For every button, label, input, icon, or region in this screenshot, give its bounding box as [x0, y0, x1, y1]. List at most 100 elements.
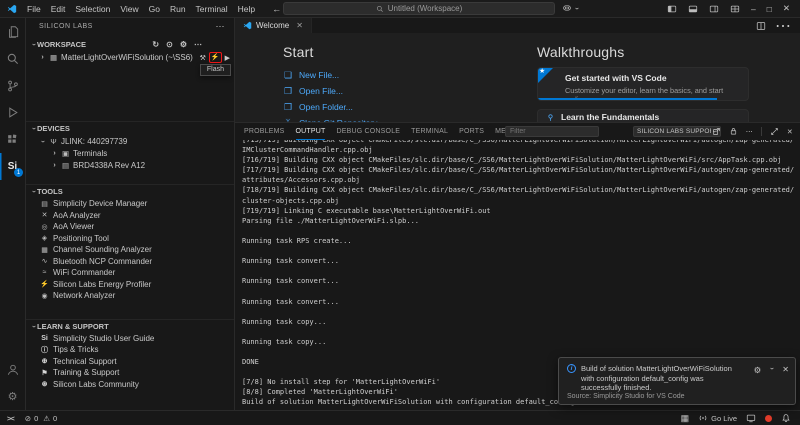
copilot-menu[interactable]: › — [562, 3, 580, 13]
output-channel-select[interactable]: SILICON LABS SUPPORT › — [633, 126, 721, 137]
activity-silicon-labs-button[interactable]: Si 1 — [0, 153, 25, 180]
learn-section-header[interactable]: LEARN & SUPPORT — [37, 322, 109, 331]
recording-indicator[interactable] — [765, 415, 772, 422]
gear-icon[interactable]: ⚙ — [180, 40, 187, 49]
panel-tab[interactable]: PORTS — [459, 123, 484, 140]
flash-icon[interactable]: ⚡ — [211, 54, 220, 61]
sidebar-title: SILICON LABS — [39, 23, 93, 30]
maximize-button[interactable]: □ — [767, 4, 772, 14]
menu-item[interactable]: Edit — [46, 4, 71, 14]
screencast-icon[interactable] — [746, 413, 756, 423]
toggle-sidebar-icon[interactable] — [667, 4, 677, 14]
activity-accounts-button[interactable] — [0, 356, 25, 383]
refresh-icon[interactable]: ↻ — [152, 40, 159, 49]
start-link[interactable]: ❏ New File... — [283, 67, 384, 83]
chevron-right-icon[interactable]: › — [51, 150, 58, 157]
menu-item[interactable]: Help — [233, 4, 260, 14]
toggle-secondary-sidebar-icon[interactable] — [709, 4, 719, 14]
chevron-down-icon[interactable]: › — [30, 188, 37, 195]
activity-run-debug-button[interactable] — [0, 99, 25, 126]
remote-indicator-icon[interactable]: >< — [7, 414, 14, 423]
problems-status[interactable]: ⊘ 0 ⚠ 0 — [25, 414, 57, 423]
device-terminals-item[interactable]: › ▣ Terminals — [26, 147, 234, 159]
learn-item[interactable]: ⊕ Technical Support — [26, 356, 234, 368]
activity-source-control-button[interactable] — [0, 72, 25, 99]
chevron-down-icon[interactable]: › — [39, 138, 46, 145]
device-board-item[interactable]: › ▤ BRD4338A Rev A12 — [26, 159, 234, 171]
tools-section-header[interactable]: TOOLS — [37, 187, 63, 196]
lock-autoscroll-icon[interactable] — [729, 127, 738, 136]
panel-tab[interactable]: PROBLEMS — [244, 123, 285, 140]
tool-item[interactable]: ≈ WiFi Commander — [26, 267, 234, 279]
learn-item[interactable]: ⊛ Silicon Labs Community — [26, 379, 234, 391]
split-editor-icon[interactable] — [756, 21, 766, 31]
chevron-down-icon[interactable]: › — [768, 365, 775, 372]
device-jlink-item[interactable]: › Ψ JLINK: 440297739 — [26, 135, 234, 147]
devices-section-header[interactable]: DEVICES — [37, 124, 70, 133]
device-manager-icon: ▤ — [40, 200, 49, 208]
workspace-solution-item[interactable]: › ▦ MatterLightOverWiFiSolution (~\SS6) … — [26, 51, 234, 64]
tool-item[interactable]: ◎ AoA Viewer — [26, 221, 234, 233]
close-icon[interactable]: ✕ — [296, 21, 303, 30]
menu-item[interactable]: Selection — [70, 4, 115, 14]
walkthrough-card-fundamentals[interactable]: Learn the Fundamentals — [537, 109, 749, 122]
panel-tab[interactable]: TERMINAL — [411, 123, 448, 140]
output-channel-value: SILICON LABS SUPPORT — [637, 128, 711, 135]
learn-item[interactable]: ⓘ Tips & Tricks — [26, 344, 234, 356]
start-link[interactable]: ❐ Open File... — [283, 83, 384, 99]
go-live-button[interactable]: Go Live — [698, 413, 737, 423]
tool-item[interactable]: ◈ Positioning Tool — [26, 233, 234, 245]
menu-item[interactable]: Go — [144, 4, 165, 14]
activity-search-button[interactable] — [0, 45, 25, 72]
minimize-button[interactable]: – — [751, 4, 756, 14]
menu-item[interactable]: Terminal — [191, 4, 233, 14]
notification-toast[interactable]: i Build of solution MatterLightOverWiFiS… — [558, 357, 796, 405]
more-actions-icon[interactable]: ⋯ — [746, 128, 753, 136]
chevron-right-icon[interactable]: › — [51, 162, 58, 169]
activity-settings-button[interactable]: ⚙ — [0, 383, 25, 410]
learn-item[interactable]: ⚑ Training & Support — [26, 367, 234, 379]
chevron-down-icon[interactable]: › — [30, 323, 37, 330]
tool-item[interactable]: ∿ Bluetooth NCP Commander — [26, 256, 234, 268]
broadcast-icon — [698, 413, 708, 423]
walkthrough-card-get-started[interactable]: ★ Get started with VS Code Customize you… — [537, 67, 749, 101]
output-filter-input[interactable] — [505, 126, 599, 137]
activity-explorer-button[interactable] — [0, 18, 25, 45]
close-icon[interactable]: ✕ — [782, 365, 789, 374]
debug-launch-icon[interactable]: ▶ — [225, 54, 230, 62]
maximize-panel-icon[interactable] — [770, 127, 779, 136]
tool-item[interactable]: ⚡ Silicon Labs Energy Profiler — [26, 279, 234, 291]
chevron-right-icon[interactable]: › — [39, 54, 46, 61]
tool-item[interactable]: ✕ AoA Analyzer — [26, 210, 234, 222]
menu-item[interactable]: File — [22, 4, 46, 14]
menu-item[interactable]: Run — [165, 4, 191, 14]
tab-welcome[interactable]: Welcome ✕ — [235, 18, 312, 33]
panel-tab[interactable]: DEBUG CONSOLE — [336, 123, 400, 140]
tool-item[interactable]: ◉ Network Analyzer — [26, 290, 234, 302]
chevron-down-icon[interactable]: › — [30, 41, 37, 48]
learn-item[interactable]: Si Simplicity Studio User Guide — [26, 333, 234, 345]
close-panel-icon[interactable]: ✕ — [787, 128, 793, 136]
activity-extensions-button[interactable] — [0, 126, 25, 153]
customize-layout-icon[interactable] — [730, 4, 740, 14]
more-actions-icon[interactable]: ⋯ — [216, 21, 226, 32]
close-button[interactable]: ✕ — [783, 3, 790, 14]
start-link[interactable]: ᛉ Clone Git Repository... — [283, 115, 384, 122]
workspace-section-header[interactable]: WORKSPACE — [37, 40, 86, 49]
notifications-bell-icon[interactable] — [781, 413, 791, 423]
panel-tab[interactable]: OUTPUT — [296, 123, 326, 140]
gear-icon[interactable]: ⚙ — [754, 365, 762, 376]
locate-icon[interactable]: ⊙ — [166, 40, 173, 49]
toggle-panel-icon[interactable] — [688, 4, 698, 14]
command-center-search[interactable]: Untitled (Workspace) — [283, 2, 555, 15]
build-icon[interactable]: ⚒ — [200, 54, 206, 62]
more-actions-icon[interactable]: ⋯ — [194, 40, 202, 49]
tool-item[interactable]: ▤ Simplicity Device Manager — [26, 198, 234, 210]
start-link[interactable]: ❒ Open Folder... — [283, 99, 384, 115]
tool-item[interactable]: ▦ Channel Sounding Analyzer — [26, 244, 234, 256]
chevron-down-icon[interactable]: › — [30, 125, 37, 132]
status-grid-icon[interactable]: ▦ — [681, 413, 690, 424]
menu-item[interactable]: View — [115, 4, 143, 14]
open-log-file-icon[interactable] — [712, 127, 721, 136]
back-arrow-icon[interactable]: ← — [272, 4, 281, 14]
